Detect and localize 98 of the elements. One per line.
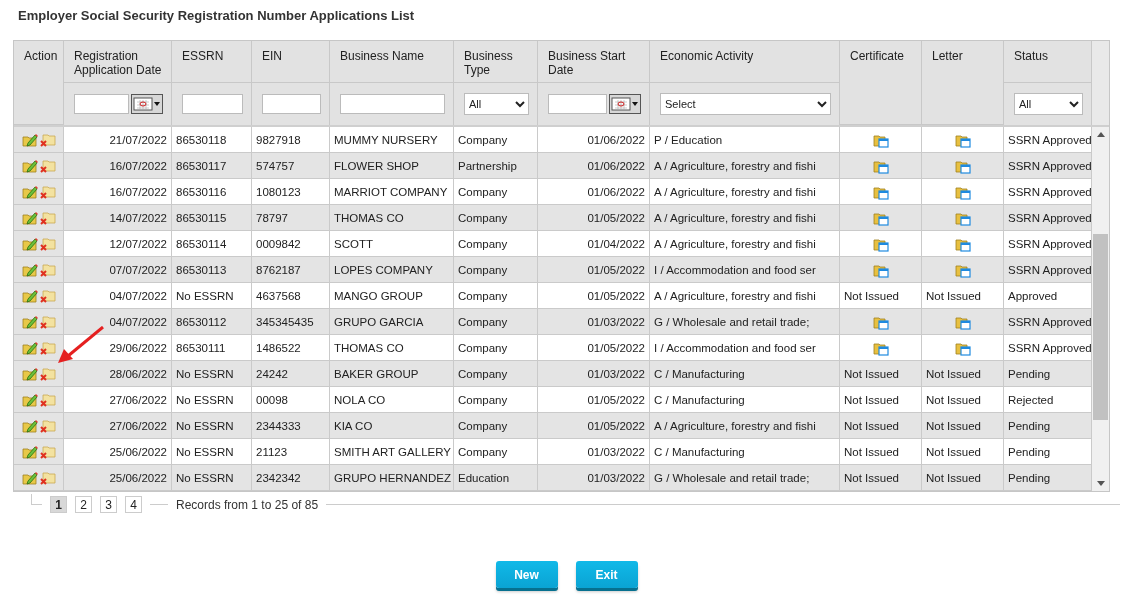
- folder-pencil-icon: [21, 261, 38, 278]
- folder-x-icon: [39, 261, 56, 278]
- edit-button[interactable]: [21, 235, 38, 252]
- page-button[interactable]: 1: [50, 496, 67, 513]
- column-header: ESSRN: [172, 41, 252, 83]
- table-cell: 25/06/2022: [64, 465, 172, 491]
- delete-button[interactable]: [39, 365, 56, 382]
- edit-button[interactable]: [21, 365, 38, 382]
- folder-pencil-icon: [21, 183, 38, 200]
- column-header: Registration Application Date: [64, 41, 172, 83]
- name-field[interactable]: [340, 94, 445, 114]
- scroll-down-icon[interactable]: [1096, 481, 1105, 486]
- table-cell: 2342342: [252, 465, 330, 491]
- edit-button[interactable]: [21, 287, 38, 304]
- folder-x-icon: [39, 365, 56, 382]
- column-header: Action: [14, 41, 64, 125]
- table-cell: Education: [454, 465, 538, 491]
- edit-button[interactable]: [21, 391, 38, 408]
- records-count: Records from 1 to 25 of 85: [176, 497, 319, 512]
- calendar-icon: [133, 97, 161, 111]
- page-button[interactable]: 2: [75, 496, 92, 513]
- calendar-icon: [611, 97, 639, 111]
- page-button[interactable]: 4: [125, 496, 142, 513]
- folder-x-icon: [39, 417, 56, 434]
- edit-button[interactable]: [21, 443, 38, 460]
- activity-dropdown[interactable]: Select: [660, 93, 831, 115]
- annotation-arrow: [58, 326, 104, 364]
- date-field[interactable]: [548, 94, 607, 114]
- folder-pencil-icon: [21, 443, 38, 460]
- delete-button[interactable]: [39, 235, 56, 252]
- folder-x-icon: [39, 235, 56, 252]
- folder-x-icon: [39, 391, 56, 408]
- scroll-thumb[interactable]: [1093, 234, 1108, 420]
- folder-pencil-icon: [21, 209, 38, 226]
- type-dropdown[interactable]: All: [464, 93, 529, 115]
- folder-pencil-icon: [21, 235, 38, 252]
- delete-button[interactable]: [39, 209, 56, 226]
- edit-button[interactable]: [21, 417, 38, 434]
- edit-button[interactable]: [21, 261, 38, 278]
- essrn-field[interactable]: [182, 94, 243, 114]
- column-header: Business Start Date: [538, 41, 650, 83]
- date-field[interactable]: [74, 94, 129, 114]
- folder-x-icon: [39, 183, 56, 200]
- folder-x-icon: [39, 209, 56, 226]
- delete-button[interactable]: [39, 313, 56, 330]
- folder-x-icon: [39, 131, 56, 148]
- date-picker-button[interactable]: [131, 94, 163, 114]
- status-dropdown[interactable]: All: [1014, 93, 1083, 115]
- edit-button[interactable]: [21, 183, 38, 200]
- table-cell: 01/03/2022: [538, 465, 650, 491]
- delete-button[interactable]: [39, 443, 56, 460]
- folder-pencil-icon: [21, 313, 38, 330]
- folder-pencil-icon: [21, 157, 38, 174]
- page-title: Employer Social Security Registration Number Applications List: [18, 8, 416, 23]
- folder-x-icon: [39, 339, 56, 356]
- edit-button[interactable]: [21, 157, 38, 174]
- table-cell: Not Issued: [840, 465, 922, 491]
- page-button[interactable]: 3: [100, 496, 117, 513]
- table-cell: No ESSRN: [172, 465, 252, 491]
- column-header: Certificate: [840, 41, 922, 125]
- column-header: Business Name: [330, 41, 454, 83]
- folder-pencil-icon: [21, 391, 38, 408]
- delete-button[interactable]: [39, 183, 56, 200]
- column-header: Economic Activity: [650, 41, 840, 83]
- delete-button[interactable]: [39, 417, 56, 434]
- edit-button[interactable]: [21, 469, 38, 486]
- edit-button[interactable]: [21, 313, 38, 330]
- ein-field[interactable]: [262, 94, 321, 114]
- folder-x-icon: [39, 443, 56, 460]
- delete-button[interactable]: [39, 339, 56, 356]
- column-header: Business Type: [454, 41, 538, 83]
- table-cell: GRUPO HERNANDEZ: [330, 465, 454, 491]
- delete-button[interactable]: [39, 131, 56, 148]
- folder-x-icon: [39, 157, 56, 174]
- folder-x-icon: [39, 469, 56, 486]
- table-cell: Not Issued: [922, 465, 1004, 491]
- folder-pencil-icon: [21, 417, 38, 434]
- edit-button[interactable]: [21, 209, 38, 226]
- edit-button[interactable]: [21, 339, 38, 356]
- folder-pencil-icon: [21, 287, 38, 304]
- date-picker-button[interactable]: [609, 94, 641, 114]
- column-header: EIN: [252, 41, 330, 83]
- column-header: Letter: [922, 41, 1004, 125]
- scroll-up-icon[interactable]: [1096, 132, 1105, 137]
- folder-pencil-icon: [21, 469, 38, 486]
- folder-pencil-icon: [21, 339, 38, 356]
- folder-pencil-icon: [21, 131, 38, 148]
- delete-button[interactable]: [39, 287, 56, 304]
- folder-x-icon: [39, 313, 56, 330]
- folder-x-icon: [39, 287, 56, 304]
- scrollbar[interactable]: [1092, 127, 1109, 491]
- delete-button[interactable]: [39, 261, 56, 278]
- delete-button[interactable]: [39, 157, 56, 174]
- delete-button[interactable]: [39, 391, 56, 408]
- edit-button[interactable]: [21, 131, 38, 148]
- delete-button[interactable]: [39, 469, 56, 486]
- table-cell: G / Wholesale and retail trade;: [650, 465, 840, 491]
- folder-pencil-icon: [21, 365, 38, 382]
